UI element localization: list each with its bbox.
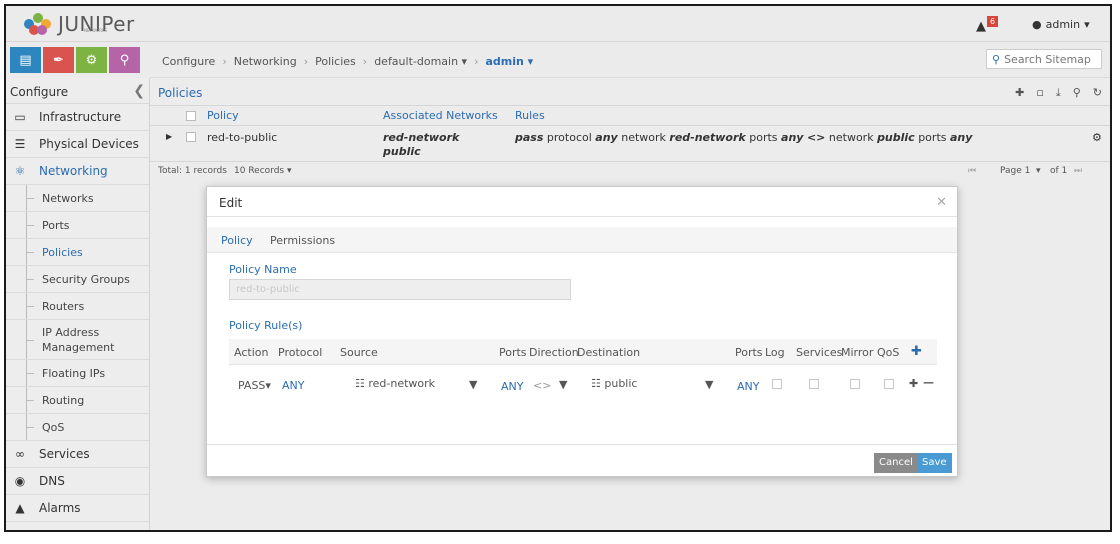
direction-chevron-icon[interactable]: ▼ [559,378,567,391]
source-chevron-icon[interactable]: ▼ [469,378,477,391]
column-log: Log [765,346,785,359]
save-button[interactable]: Save [917,453,952,473]
source-value: red-network [368,377,436,390]
column-protocol: Protocol [278,346,323,359]
column-qos: QoS [877,346,900,359]
mirror-checkbox[interactable] [850,379,860,389]
remove-row-icon[interactable]: — [923,376,934,389]
edit-policy-modal: Edit ✕ Policy Permissions Policy Name re… [206,186,958,477]
rules-header: Action Protocol Source Ports Direction D… [229,339,937,365]
action-dropdown[interactable]: PASS▾ [238,379,271,392]
column-mirror: Mirror [841,346,874,359]
divider [207,444,957,445]
services-checkbox[interactable] [809,379,819,389]
tab-permissions[interactable]: Permissions [270,234,335,247]
column-services: Services [796,346,843,359]
destination-value: public [604,377,638,390]
column-src-ports: Ports [499,346,527,359]
protocol-field[interactable]: ANY [282,379,304,392]
column-destination: Destination [577,346,641,359]
source-dropdown[interactable]: ☷ red-network [355,377,435,390]
dst-ports-field[interactable]: ANY [737,380,759,393]
column-direction: Direction [529,346,579,359]
add-rule-icon[interactable]: ✚ [911,344,922,359]
qos-checkbox[interactable] [884,379,894,389]
column-dst-ports: Ports [735,346,763,359]
modal-tabs: Policy Permissions [207,227,957,253]
policy-rules-label: Policy Rule(s) [229,319,303,332]
app-window: JUNIPer NETWORKS ▲ 6 ● admin ▾ ▤ ✒ ⚙ ⚲ C… [4,4,1112,532]
network-icon: ☷ [355,377,365,390]
network-icon: ☷ [591,377,601,390]
column-source: Source [340,346,378,359]
column-action: Action [234,346,269,359]
modal-title: Edit [219,196,243,210]
cancel-button[interactable]: Cancel [874,453,918,473]
src-ports-field[interactable]: ANY [501,380,523,393]
close-icon[interactable]: ✕ [936,195,947,210]
divider [207,216,957,217]
destination-dropdown[interactable]: ☷ public [591,377,637,390]
log-checkbox[interactable] [772,379,782,389]
action-value: PASS [238,379,266,392]
policy-name-field[interactable]: red-to-public [229,279,571,300]
direction-value: <> [533,379,552,392]
policy-name-label: Policy Name [229,263,297,276]
add-row-icon[interactable]: ✚ [909,377,918,390]
destination-chevron-icon[interactable]: ▼ [705,378,713,391]
rule-row: PASS▾ ANY ☷ red-network ▼ ANY <> ▼ ☷ pub… [229,371,937,397]
tab-policy[interactable]: Policy [221,234,253,247]
